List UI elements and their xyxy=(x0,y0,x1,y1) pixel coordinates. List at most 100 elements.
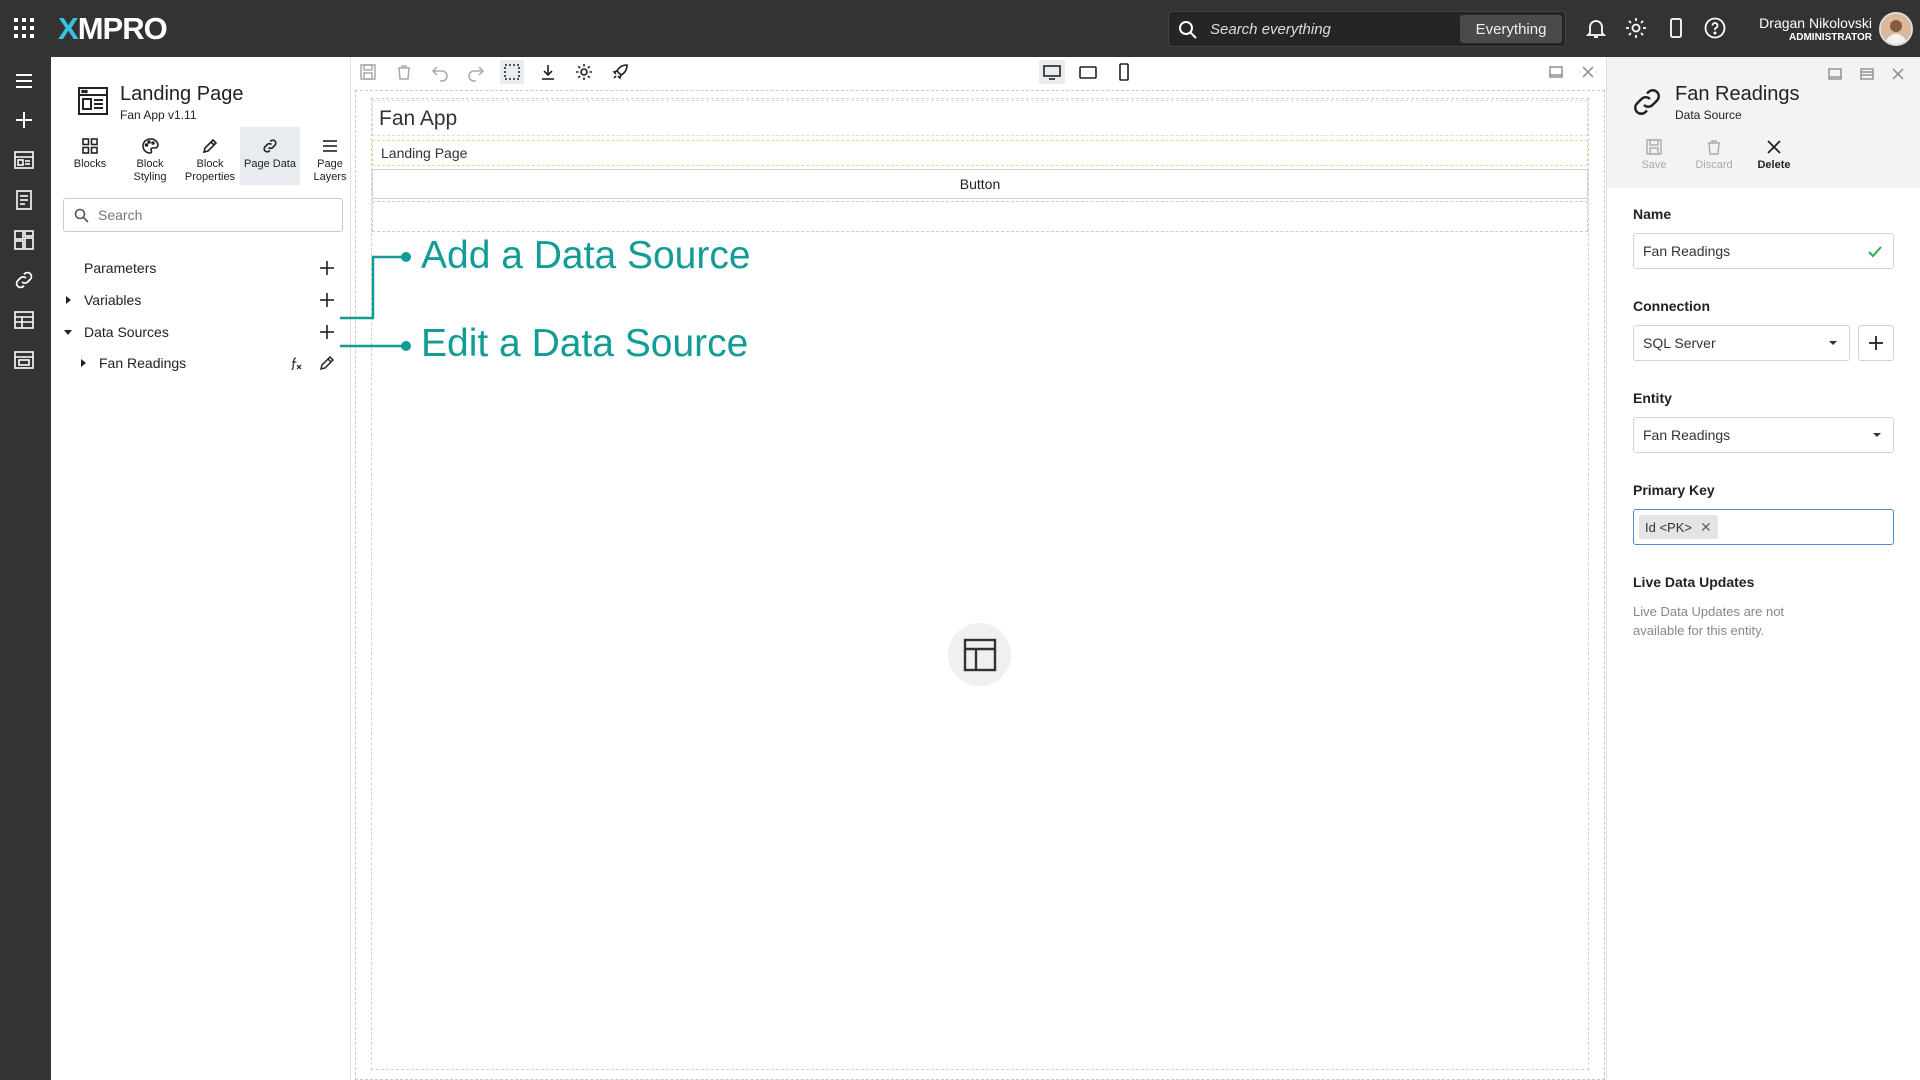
global-search: Everything xyxy=(1168,11,1566,47)
add-connection-button[interactable] xyxy=(1858,325,1894,361)
tab-blocks[interactable]: Blocks xyxy=(60,127,120,185)
discard-label: Discard xyxy=(1695,159,1733,171)
canvas-button-block[interactable]: Button xyxy=(372,169,1588,199)
tab-block-properties[interactable]: Block Properties xyxy=(180,127,240,185)
tree-item-parameters[interactable]: Parameters xyxy=(51,254,351,282)
mobile-view-icon[interactable] xyxy=(1114,62,1134,82)
primary-key-field[interactable]: Id <PK> ✕ xyxy=(1633,509,1894,545)
table-icon[interactable] xyxy=(12,308,36,332)
plus-icon xyxy=(1867,334,1885,352)
tree-item-label: Fan Readings xyxy=(99,355,187,371)
tree-item-label: Variables xyxy=(84,292,142,308)
caret-down-icon[interactable] xyxy=(63,327,73,337)
link-icon[interactable] xyxy=(12,268,36,292)
hamburger-icon[interactable] xyxy=(12,69,36,93)
maximize-icon[interactable] xyxy=(1546,62,1566,82)
callout-add-data-source: Add a Data Source xyxy=(421,234,751,277)
plus-icon[interactable] xyxy=(12,108,36,132)
desktop-view-icon[interactable] xyxy=(1039,60,1065,84)
page-data-panel: Landing Page Fan App v1.11 Blocks Block … xyxy=(51,57,351,1080)
save-button[interactable]: Save xyxy=(1631,138,1677,171)
gear-icon[interactable] xyxy=(1624,16,1648,40)
check-icon xyxy=(1868,246,1882,258)
left-rail: X xyxy=(0,57,51,1080)
link-icon xyxy=(1631,86,1663,118)
search-scope-button[interactable]: Everything xyxy=(1460,15,1562,43)
close-icon[interactable] xyxy=(1578,62,1598,82)
maximize-icon[interactable] xyxy=(1826,65,1844,83)
entity-select[interactable]: Fan Readings xyxy=(1633,417,1894,453)
select-icon[interactable] xyxy=(500,60,524,84)
document-icon[interactable] xyxy=(12,188,36,212)
live-data-updates-description: Live Data Updates are not available for … xyxy=(1633,604,1785,638)
bell-icon[interactable] xyxy=(1584,16,1608,40)
empty-block[interactable] xyxy=(372,201,1588,232)
tree-item-label: Data Sources xyxy=(84,324,169,340)
user-info[interactable]: Dragan Nikolovski ADMINISTRATOR xyxy=(1756,15,1872,43)
connection-select[interactable]: SQL Server xyxy=(1633,325,1850,361)
caret-down-icon xyxy=(1828,338,1838,348)
caret-down-icon xyxy=(1872,430,1882,440)
caret-right-icon[interactable] xyxy=(78,358,88,368)
connection-label: Connection xyxy=(1633,298,1710,314)
user-role: ADMINISTRATOR xyxy=(1789,32,1872,43)
global-search-input[interactable] xyxy=(1210,12,1430,46)
tab-label: Blocks xyxy=(73,158,107,170)
primary-key-label: Primary Key xyxy=(1633,482,1715,498)
page-subtitle: Fan App v1.11 xyxy=(120,108,197,122)
close-icon[interactable] xyxy=(1889,65,1907,83)
name-label: Name xyxy=(1633,206,1672,222)
app-title-block[interactable]: Fan App xyxy=(372,100,1588,136)
connection-value: SQL Server xyxy=(1643,335,1716,351)
delete-button[interactable]: Delete xyxy=(1751,138,1797,171)
save-icon[interactable] xyxy=(358,62,378,82)
page-title: Landing Page xyxy=(120,83,244,105)
primary-key-tag-label: Id <PK> xyxy=(1645,519,1692,535)
data-source-properties-panel: Fan Readings Data Source Save Discard De… xyxy=(1606,57,1920,1080)
panel-search-input[interactable] xyxy=(98,199,328,231)
avatar[interactable] xyxy=(1879,12,1913,46)
layout-icon xyxy=(948,623,1011,686)
name-value: Fan Readings xyxy=(1643,243,1731,259)
discard-button[interactable]: Discard xyxy=(1691,138,1737,171)
undo-icon[interactable] xyxy=(430,62,450,82)
search-icon xyxy=(1178,20,1198,40)
designer-tabs: Blocks Block Styling Block Properties Pa… xyxy=(60,127,360,185)
panel-title: Fan Readings xyxy=(1675,83,1800,105)
tab-page-layers[interactable]: Page Layers xyxy=(300,127,360,185)
entity-value: Fan Readings xyxy=(1643,427,1731,443)
tree-item-data-sources[interactable]: Data Sources xyxy=(51,318,351,346)
layers-icon xyxy=(321,137,339,155)
search-icon xyxy=(74,208,89,223)
close-icon xyxy=(1765,138,1783,156)
link-icon xyxy=(261,137,279,155)
delete-label: Delete xyxy=(1757,159,1791,171)
dock-icon[interactable] xyxy=(1858,65,1876,83)
download-icon[interactable] xyxy=(538,62,558,82)
screen-icon[interactable] xyxy=(12,348,36,372)
remove-tag-icon[interactable]: ✕ xyxy=(1700,519,1712,536)
caret-right-icon[interactable] xyxy=(63,295,73,305)
gear-icon[interactable] xyxy=(574,62,594,82)
dashboard-icon[interactable] xyxy=(12,228,36,252)
tab-page-data[interactable]: Page Data xyxy=(240,127,300,185)
panel-search xyxy=(63,198,343,232)
apps-grid-icon[interactable] xyxy=(13,17,35,39)
tab-block-styling[interactable]: Block Styling xyxy=(120,127,180,185)
apps-icon[interactable] xyxy=(12,148,36,172)
tablet-view-icon[interactable] xyxy=(1078,62,1098,82)
rocket-icon[interactable] xyxy=(610,62,630,82)
xmpro-logo: X MPRO xyxy=(58,11,168,46)
tab-label: Page Data xyxy=(244,158,296,170)
page-label-block[interactable]: Landing Page xyxy=(372,140,1588,166)
device-icon[interactable] xyxy=(1664,16,1688,40)
top-bar: XMPRO Everything Dragan Nikolovski ADMIN… xyxy=(0,0,1920,57)
help-icon[interactable] xyxy=(1703,16,1727,40)
name-field[interactable]: Fan Readings xyxy=(1633,233,1894,269)
redo-icon[interactable] xyxy=(466,62,486,82)
tree-item-fan-readings[interactable]: Fan Readings xyxy=(51,349,351,377)
tree-item-variables[interactable]: Variables xyxy=(51,286,351,314)
trash-icon[interactable] xyxy=(394,62,414,82)
function-icon[interactable] xyxy=(289,356,303,370)
tab-label: Block Styling xyxy=(133,158,167,183)
